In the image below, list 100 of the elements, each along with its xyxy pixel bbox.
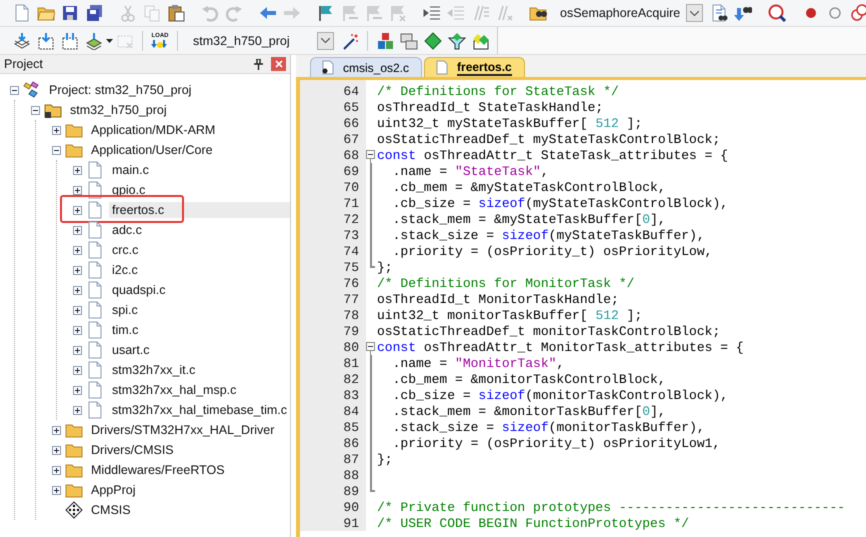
expand-toggle-icon[interactable] — [73, 206, 82, 214]
tree-item[interactable]: crc.c — [109, 242, 142, 258]
expand-toggle-icon[interactable] — [52, 466, 61, 474]
clipboard-icon[interactable] — [167, 4, 185, 22]
fold-toggle-icon[interactable] — [366, 339, 375, 355]
floppy-disks-icon[interactable] — [85, 4, 103, 22]
code-line: .stack_mem = &myStateTaskBuffer[0], — [392, 212, 666, 226]
document-icon — [86, 201, 104, 219]
stack-arrow-icon[interactable] — [13, 32, 31, 50]
expand-toggle-icon[interactable] — [73, 326, 82, 334]
stacked-windows-icon[interactable] — [400, 32, 418, 50]
left-arrow-icon[interactable] — [259, 4, 277, 22]
tree-item[interactable]: Project: stm32_h750_proj — [46, 82, 194, 98]
combo-box[interactable]: osSemaphoreAcquire — [554, 3, 704, 23]
collapse-toggle-icon[interactable] — [31, 106, 40, 114]
dropdown-button[interactable] — [317, 32, 334, 50]
grid-arrow-icon[interactable] — [37, 32, 55, 50]
tree-item[interactable]: spi.c — [109, 302, 141, 318]
expand-toggle-icon[interactable] — [73, 226, 82, 234]
file-tab[interactable]: freertos.c — [424, 57, 525, 77]
combo-value: stm32_h750_proj — [192, 34, 291, 48]
document-icon — [86, 361, 104, 379]
panel-title: Project — [4, 57, 43, 71]
code-line: .priority = (osPriority_t) osPriorityLow1, — [392, 436, 720, 450]
chevron-icon — [321, 38, 330, 43]
line-number: 91 — [342, 516, 360, 530]
document-icon — [86, 281, 104, 299]
tree-item[interactable]: main.c — [109, 162, 152, 178]
collapse-toggle-icon[interactable] — [52, 146, 61, 154]
tree-item[interactable]: Middlewares/FreeRTOS — [88, 462, 228, 478]
layers-arrow-icon[interactable] — [85, 32, 103, 50]
tree-item[interactable]: CMSIS — [88, 502, 134, 518]
document-icon — [321, 60, 335, 75]
magic-wand-icon[interactable] — [341, 32, 359, 50]
document-icon — [86, 341, 104, 359]
expand-toggle-icon[interactable] — [52, 426, 61, 434]
tree-item[interactable]: stm32_h750_proj — [67, 102, 170, 118]
expand-toggle-icon[interactable] — [73, 386, 82, 394]
dropdown-button[interactable] — [686, 4, 704, 22]
pin-icon[interactable] — [254, 58, 263, 70]
line-number: 70 — [342, 180, 360, 194]
tree-item[interactable]: usart.c — [109, 342, 153, 358]
tree-item[interactable]: stm32h7xx_hal_timebase_tim.c — [108, 402, 290, 418]
tree-item[interactable]: adc.c — [109, 222, 145, 238]
tree-item[interactable]: freertos.c — [109, 202, 290, 218]
document-icon — [435, 60, 450, 75]
file-tab[interactable]: cmsis_os2.c — [310, 57, 422, 77]
expand-toggle-icon[interactable] — [52, 126, 61, 134]
document-icon[interactable] — [13, 4, 31, 22]
diamonds-box-icon[interactable] — [472, 32, 490, 50]
expand-toggle-icon[interactable] — [73, 366, 82, 374]
expand-toggle-icon[interactable] — [73, 166, 82, 174]
expand-toggle-icon[interactable] — [73, 346, 82, 354]
document-icon — [86, 301, 104, 319]
tree-item[interactable]: tim.c — [109, 322, 142, 338]
diamond-icon[interactable] — [424, 32, 442, 50]
line-number: 68 — [342, 148, 360, 162]
tree-item[interactable]: Application/User/Core — [88, 142, 216, 158]
grid-arrows-icon[interactable] — [61, 32, 79, 50]
expand-toggle-icon[interactable] — [73, 406, 82, 414]
indent-icon[interactable] — [423, 4, 441, 22]
flag-icon[interactable] — [317, 4, 335, 22]
arrow-binoculars-icon[interactable] — [734, 4, 752, 22]
line-number: 71 — [342, 196, 360, 210]
expand-toggle-icon[interactable] — [73, 306, 82, 314]
line-number: 82 — [342, 372, 360, 386]
expand-toggle-icon[interactable] — [73, 186, 82, 194]
caret-icon[interactable] — [106, 38, 113, 42]
line-number: 90 — [342, 500, 360, 514]
line-number: 85 — [342, 420, 360, 434]
tree-item[interactable]: Drivers/STM32H7xx_HAL_Driver — [88, 422, 278, 438]
expand-toggle-icon[interactable] — [73, 246, 82, 254]
tree-item[interactable]: i2c.c — [109, 262, 141, 278]
tree-item[interactable]: quadspi.c — [109, 282, 169, 298]
tree-item[interactable]: stm32h7xx_hal_msp.c — [109, 382, 240, 398]
combo-box[interactable]: stm32_h750_proj — [187, 30, 334, 50]
code-line: osStaticThreadDef_t myStateTaskControlBlock; — [377, 132, 720, 146]
code-line: .priority = (osPriority_t) osPriorityLow, — [392, 244, 712, 258]
colored-blocks-icon[interactable] — [376, 32, 394, 50]
tree-item[interactable]: Application/MDK-ARM — [88, 122, 218, 138]
document-icon — [86, 381, 104, 399]
line-number: 64 — [342, 84, 360, 98]
collapse-toggle-icon[interactable] — [10, 86, 19, 94]
overlapping-circles-icon[interactable] — [850, 4, 866, 22]
line-number: 69 — [342, 164, 360, 178]
fold-toggle-icon[interactable] — [366, 147, 375, 163]
close-button[interactable] — [271, 57, 286, 71]
expand-toggle-icon[interactable] — [73, 266, 82, 274]
close-icon — [274, 60, 282, 68]
expand-toggle-icon[interactable] — [73, 286, 82, 294]
tree-item[interactable]: stm32h7xx_it.c — [109, 362, 198, 378]
magnifier-icon[interactable] — [768, 4, 786, 22]
tree-item[interactable]: Drivers/CMSIS — [88, 442, 177, 458]
arrows-icon — [151, 40, 169, 48]
tree-item[interactable]: AppProj — [88, 482, 138, 498]
expand-toggle-icon[interactable] — [52, 446, 61, 454]
expand-toggle-icon[interactable] — [52, 486, 61, 494]
funnel-icon[interactable] — [448, 32, 466, 50]
document-binoculars-icon[interactable] — [710, 4, 728, 22]
code-line: osThreadId_t MonitorTaskHandle; — [377, 292, 619, 306]
